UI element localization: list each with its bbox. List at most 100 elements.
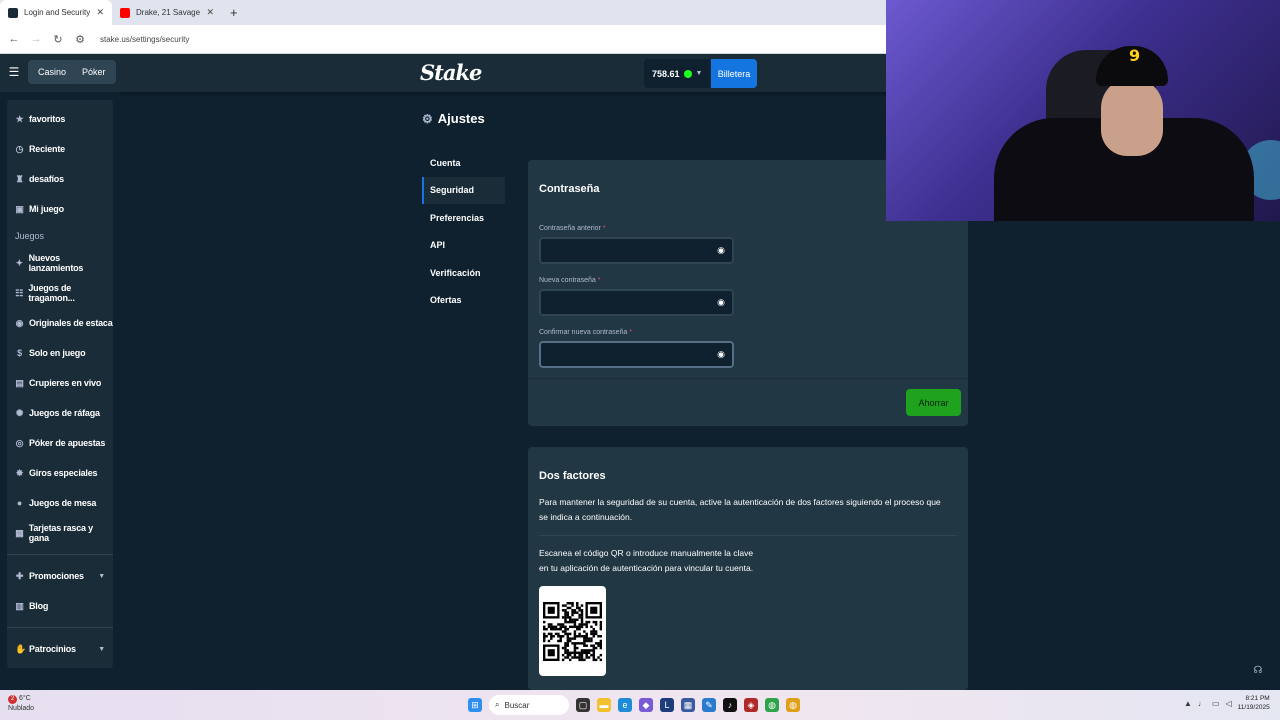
settings-tab-verification[interactable]: Verificación xyxy=(422,259,505,287)
clock[interactable]: 8:21 PM 11/19/2025 xyxy=(1238,694,1270,712)
forward-arrow-icon[interactable]: → xyxy=(30,33,42,45)
balance-dropdown[interactable]: 758.61 ▼ xyxy=(644,59,710,88)
taskbar-search-label: Buscar xyxy=(504,700,530,710)
burst-icon: ✺ xyxy=(15,407,24,418)
clock-icon: ◷ xyxy=(15,143,24,154)
app-icon[interactable]: ◆ xyxy=(639,698,653,712)
sidebar-item-live-dealers[interactable]: ▤ Crupieres en vivo xyxy=(7,368,113,398)
sidebar-item-new-releases[interactable]: ✦ Nuevos lanzamientos xyxy=(7,248,113,278)
system-tray: ▲ ♩ ▭ ◁ 8:21 PM 11/19/2025 xyxy=(1184,694,1270,712)
divider xyxy=(539,535,957,536)
back-arrow-icon[interactable]: ← xyxy=(8,33,20,45)
sidebar-item-only-on-stake[interactable]: $ Solo en juego xyxy=(7,338,113,368)
poker-button[interactable]: Póker xyxy=(72,60,116,84)
eye-icon[interactable]: ◉ xyxy=(716,349,726,359)
save-button[interactable]: Ahorrar xyxy=(906,389,961,416)
sidebar-item-favorites[interactable]: ★ favoritos xyxy=(7,104,113,134)
url-field[interactable]: stake.us/settings/security xyxy=(100,35,189,44)
calculator-icon[interactable]: ▦ xyxy=(681,698,695,712)
tiktok-icon[interactable]: ♪ xyxy=(723,698,737,712)
sidebar-item-burst-games[interactable]: ✺ Juegos de ráfaga xyxy=(7,398,113,428)
wallet-button[interactable]: Billetera xyxy=(711,59,757,88)
sidebar: ★ favoritos ◷ Reciente ♜ desafíos ▣ Mi juego… xyxy=(0,92,120,690)
sidebar-item-sponsorships[interactable]: ✋ Patrocinios ▼ xyxy=(7,634,113,664)
address-bar: ← → ↻ ⚙ stake.us/settings/security xyxy=(0,25,886,54)
sidebar-item-label: Tarjetas rasca y gana xyxy=(28,523,93,543)
browser-tab-bar: Login and Security - Stake.us ✕ Drake, 2… xyxy=(0,0,886,25)
webcam-cap-logo: 9 xyxy=(1129,46,1141,65)
menu-icon[interactable]: ☰ xyxy=(6,64,22,80)
notification-badge: 2 xyxy=(8,695,17,704)
sidebar-item-label: Juegos de ráfaga xyxy=(29,408,100,418)
label-text: Nueva contraseña xyxy=(539,277,596,284)
settings-nav: Cuenta Seguridad Preferencias API Verifi… xyxy=(422,149,505,319)
chrome-profile-icon[interactable]: ◍ xyxy=(786,698,800,712)
sidebar-item-my-bets[interactable]: ▣ Mi juego xyxy=(7,194,113,224)
sidebar-item-poker[interactable]: ◎ Póker de apuestas xyxy=(7,428,113,458)
sidebar-item-label: Reciente xyxy=(29,144,65,154)
l-app-icon[interactable]: L xyxy=(660,698,674,712)
chrome-icon[interactable]: ◍ xyxy=(765,698,779,712)
browser-tab[interactable]: Drake, 21 Savage - Circo Loco ✕ xyxy=(112,0,222,25)
game-app-icon[interactable]: ◈ xyxy=(744,698,758,712)
new-password-field[interactable]: ◉ xyxy=(539,289,734,316)
eye-icon[interactable]: ◉ xyxy=(716,297,726,307)
sidebar-item-recent[interactable]: ◷ Reciente xyxy=(7,134,113,164)
live-dealer-icon: ▤ xyxy=(15,377,24,388)
browser-tab-active[interactable]: Login and Security - Stake.us ✕ xyxy=(0,0,112,25)
windows-start-icon[interactable]: ⊞ xyxy=(468,698,482,712)
stake-logo[interactable]: Stake xyxy=(420,60,482,85)
webcam-overlay: 9 xyxy=(886,0,1280,221)
chevron-up-icon[interactable]: ▲ xyxy=(1184,699,1192,708)
confirm-password-field[interactable]: ◉ xyxy=(539,341,734,368)
password-card-footer: Ahorrar xyxy=(528,378,968,426)
close-tab-icon[interactable]: ✕ xyxy=(206,7,214,18)
taskbar-apps: ⊞ ⌕ Buscar ▢ ▬ e ◆ L ▦ ✎ ♪ ◈ ◍ ◍ xyxy=(468,695,800,715)
sidebar-item-table-games[interactable]: ● Juegos de mesa xyxy=(7,488,113,518)
settings-tab-security[interactable]: Seguridad xyxy=(422,176,505,204)
volume-icon[interactable]: ◁ xyxy=(1225,699,1231,708)
required-mark: * xyxy=(602,225,606,232)
new-password-label: Nueva contraseña * xyxy=(539,277,601,284)
blog-icon: ▥ xyxy=(15,600,24,611)
youtube-favicon-icon xyxy=(120,7,130,18)
label-text: Contraseña anterior xyxy=(539,225,601,232)
sidebar-item-blog[interactable]: ▥ Blog xyxy=(7,591,113,621)
edge-icon[interactable]: e xyxy=(618,698,632,712)
sidebar-item-slots[interactable]: ☷ Juegos de tragamon... xyxy=(7,278,113,308)
new-tab-button[interactable]: + xyxy=(222,0,246,25)
sidebar-item-special-spins[interactable]: ✸ Giros especiales xyxy=(7,458,113,488)
taskbar-search[interactable]: ⌕ Buscar xyxy=(489,695,569,715)
chevron-down-icon: ▼ xyxy=(98,645,105,653)
task-view-icon[interactable]: ▢ xyxy=(576,698,590,712)
casino-button[interactable]: Casino xyxy=(28,60,77,84)
file-explorer-icon[interactable]: ▬ xyxy=(597,698,611,712)
sidebar-item-label: desafíos xyxy=(29,174,64,184)
sidebar-item-challenges[interactable]: ♜ desafíos xyxy=(7,164,113,194)
required-mark: * xyxy=(629,329,633,336)
clock-date: 11/19/2025 xyxy=(1237,704,1270,711)
sidebar-top-group: ★ favoritos ◷ Reciente ♜ desafíos ▣ Mi juego… xyxy=(7,100,113,668)
site-info-icon[interactable]: ⚙ xyxy=(74,33,86,46)
old-password-field[interactable]: ◉ xyxy=(539,237,734,264)
settings-tab-api[interactable]: API xyxy=(422,232,505,260)
pen-app-icon[interactable]: ✎ xyxy=(702,698,716,712)
headset-icon[interactable]: ☊ xyxy=(1251,664,1265,678)
settings-tab-account[interactable]: Cuenta xyxy=(422,149,505,177)
eye-icon[interactable]: ◉ xyxy=(716,245,726,255)
settings-tab-preferences[interactable]: Preferencias xyxy=(422,204,505,232)
sidebar-item-promotions[interactable]: ✚ Promociones ▼ xyxy=(7,561,113,591)
sidebar-item-originals[interactable]: ◉ Originales de estaca xyxy=(7,308,113,338)
sidebar-item-label: Blog xyxy=(29,601,49,611)
close-tab-icon[interactable]: ✕ xyxy=(96,7,104,18)
sidebar-item-scratch-cards[interactable]: ▦ Tarjetas rasca y gana xyxy=(7,518,113,548)
sidebar-item-label: Patrocinios xyxy=(29,644,76,654)
settings-tab-offers[interactable]: Ofertas xyxy=(422,287,505,315)
microphone-icon[interactable]: ♩ xyxy=(1198,699,1206,708)
weather-widget[interactable]: 2 6°C Nublado xyxy=(8,694,34,714)
weather-desc: Nublado xyxy=(8,705,35,712)
network-icon[interactable]: ▭ xyxy=(1212,699,1220,708)
sidebar-item-label: Giros especiales xyxy=(29,468,98,478)
poker-chip-icon: ◎ xyxy=(15,437,24,448)
reload-icon[interactable]: ↻ xyxy=(52,33,64,46)
